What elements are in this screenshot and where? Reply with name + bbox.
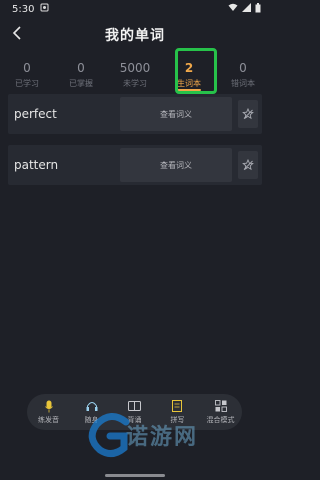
- signal-icon: [242, 3, 251, 15]
- tab-unlearned[interactable]: 5000 未学习: [108, 57, 162, 93]
- microphone-icon: [44, 399, 53, 413]
- header: 我的单词: [0, 18, 270, 52]
- back-button[interactable]: [6, 23, 28, 45]
- tab-count: 0: [23, 61, 31, 75]
- status-time: 5:30: [12, 3, 35, 15]
- unstar-button[interactable]: [238, 100, 258, 128]
- page-title: 我的单词: [105, 28, 165, 44]
- tab-label: 未学习: [123, 79, 147, 88]
- unstar-button[interactable]: [238, 151, 258, 179]
- tab-learned[interactable]: 0 已学习: [0, 57, 54, 93]
- notification-icon: [40, 3, 49, 15]
- bottom-nav-pronunciation[interactable]: 练发音: [30, 399, 68, 425]
- tab-mastered[interactable]: 0 已掌握: [54, 57, 108, 93]
- view-meaning-button[interactable]: 查看词义: [120, 148, 232, 182]
- watermark-text: 诺游网: [126, 425, 199, 450]
- unstar-icon: [242, 105, 254, 124]
- view-meaning-button[interactable]: 查看词义: [120, 97, 232, 131]
- bottom-nav-label: 练发音: [38, 416, 59, 424]
- wifi-icon: [228, 3, 238, 15]
- status-bar: 5:30: [0, 0, 270, 18]
- tab-count: 0: [239, 61, 247, 75]
- word-card: pattern 查看词义: [8, 145, 262, 185]
- word-text: pattern: [14, 158, 59, 172]
- tab-label: 已学习: [15, 79, 39, 88]
- unstar-icon: [242, 156, 254, 175]
- watermark: 诺游网: [88, 410, 248, 460]
- tab-label: 错词本: [231, 79, 255, 88]
- word-card: perfect 查看词义: [8, 94, 262, 134]
- word-list: perfect 查看词义 pattern 查看词义: [8, 94, 262, 196]
- tab-count: 5000: [119, 61, 151, 75]
- tab-bar: 0 已学习 0 已掌握 5000 未学习 2 生词本 0 错词本: [0, 57, 270, 93]
- tab-count: 0: [77, 61, 85, 75]
- home-indicator: [105, 474, 165, 477]
- g-logo-icon: [88, 412, 134, 462]
- tab-label: 已掌握: [69, 79, 93, 88]
- battery-icon: [255, 2, 261, 16]
- tab-wrong-words[interactable]: 0 错词本: [216, 57, 270, 93]
- highlight-box: [175, 48, 217, 94]
- chevron-left-icon: [12, 25, 22, 44]
- word-text: perfect: [14, 107, 57, 121]
